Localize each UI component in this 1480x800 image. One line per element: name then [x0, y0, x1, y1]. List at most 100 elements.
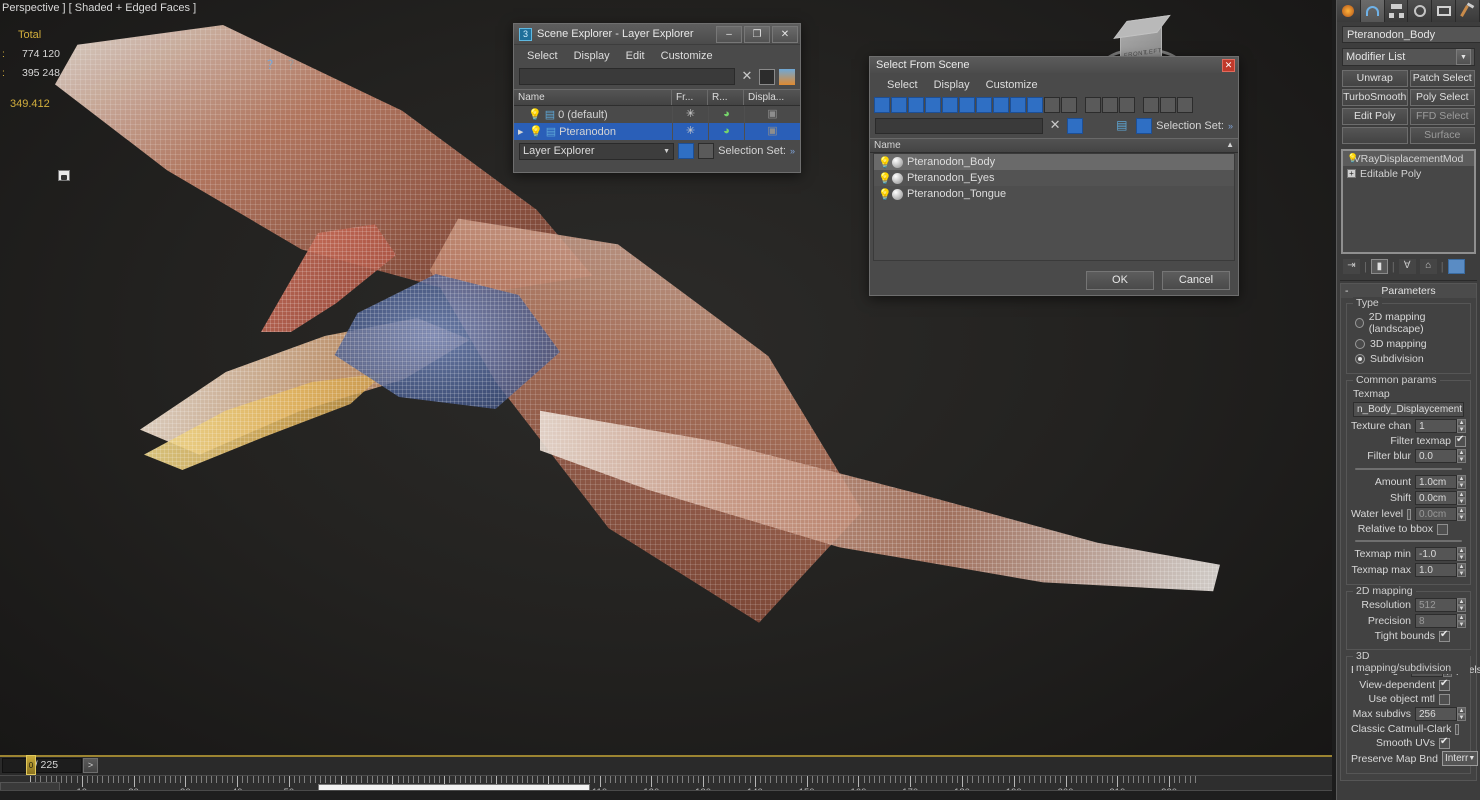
column-frozen[interactable]: Fr... — [672, 90, 708, 105]
menu-select[interactable]: Select — [880, 78, 925, 92]
water-level-checkbox[interactable] — [1407, 509, 1411, 520]
radio-icon[interactable] — [1355, 339, 1365, 349]
select-from-scene-column-header[interactable]: Name ▲ — [870, 138, 1238, 153]
relative-bbox-checkbox[interactable] — [1437, 524, 1448, 535]
water-level-row[interactable]: Water level 0.0cm ▲ ▼ — [1351, 507, 1466, 521]
list-item[interactable]: 💡 Pteranodon_Eyes — [874, 170, 1234, 186]
filter-shapes-icon[interactable] — [891, 97, 907, 113]
spinner-up-icon[interactable]: ▲ — [1457, 507, 1466, 514]
shift-value[interactable]: 0.0cm — [1415, 491, 1457, 505]
resolution-value[interactable]: 512 — [1415, 598, 1457, 612]
column-name[interactable]: Name — [514, 90, 672, 105]
spinner-down-icon[interactable]: ▼ — [1457, 554, 1466, 561]
scene-explorer-window[interactable]: 3 Scene Explorer - Layer Explorer – ❐ ✕ … — [513, 23, 801, 173]
menu-customize[interactable]: Customize — [654, 49, 720, 63]
water-level-value[interactable]: 0.0cm — [1415, 507, 1457, 521]
amount-spinner[interactable]: 1.0cm ▲ ▼ — [1415, 475, 1466, 489]
object-name-input[interactable] — [1342, 26, 1480, 43]
amount-row[interactable]: Amount 1.0cm ▲ ▼ — [1351, 475, 1466, 489]
preserve-map-combo[interactable]: Interr ▼ — [1442, 751, 1478, 766]
spinner-up-icon[interactable]: ▲ — [1457, 547, 1466, 554]
spinner-up-icon[interactable]: ▲ — [1457, 707, 1466, 714]
create-tab[interactable] — [1337, 0, 1361, 22]
advanced-filter-icon[interactable] — [1160, 97, 1176, 113]
filter-containers-icon[interactable] — [1027, 97, 1043, 113]
precision-row[interactable]: Precision 8 ▲ ▼ — [1351, 614, 1466, 628]
display-icon[interactable]: ▣ — [744, 123, 800, 140]
filter-space-warps-icon[interactable] — [959, 97, 975, 113]
menu-edit[interactable]: Edit — [619, 49, 652, 63]
layer-row-default[interactable]: 💡 ▤ 0 (default) ✳ ◕ ▣ — [514, 106, 800, 123]
search-input[interactable] — [519, 68, 735, 85]
clear-search-icon[interactable]: ✕ — [739, 69, 755, 85]
time-slider-thumb[interactable]: 0 — [26, 755, 36, 775]
spinner-down-icon[interactable]: ▼ — [1457, 605, 1466, 612]
select-from-scene-searchbar[interactable]: ✕ ▤ Selection Set: » — [870, 116, 1238, 138]
relative-bbox-row[interactable]: Relative to bbox — [1351, 523, 1466, 535]
texmap-min-row[interactable]: Texmap min -1.0 ▲ ▼ — [1351, 547, 1466, 561]
classic-catmull-checkbox[interactable] — [1455, 724, 1459, 735]
spinner-down-icon[interactable]: ▼ — [1457, 456, 1466, 463]
radio-subdivision[interactable]: Subdivision — [1355, 353, 1466, 365]
menu-select[interactable]: Select — [520, 49, 565, 63]
modifier-button-poly-select[interactable]: Poly Select — [1410, 89, 1476, 106]
modifier-list-dropdown[interactable]: Modifier List ▼ — [1342, 48, 1475, 66]
column-display[interactable]: Displa... — [744, 90, 800, 105]
texture-chan-value[interactable]: 1 — [1415, 419, 1457, 433]
light-bulb-icon[interactable]: 💡 — [528, 108, 542, 121]
filter-bones-icon[interactable] — [1010, 97, 1026, 113]
spinner-down-icon[interactable]: ▼ — [1457, 621, 1466, 628]
filter-lights-icon[interactable] — [908, 97, 924, 113]
filter-helpers-icon[interactable] — [942, 97, 958, 113]
spinner-up-icon[interactable]: ▲ — [1457, 598, 1466, 605]
object-name-row[interactable] — [1337, 22, 1480, 45]
chevron-down-icon[interactable]: ▼ — [1468, 755, 1475, 762]
layer-manager-icon[interactable] — [779, 69, 795, 85]
use-object-mtl-checkbox[interactable] — [1439, 694, 1450, 705]
filter-all-icon[interactable] — [1044, 97, 1060, 113]
light-bulb-icon[interactable]: 💡 — [878, 156, 892, 169]
list-item[interactable]: 💡 Pteranodon_Tongue — [874, 186, 1234, 202]
spinner-up-icon[interactable]: ▲ — [1457, 419, 1466, 426]
expand-chevrons-icon[interactable]: » — [790, 146, 795, 156]
show-end-result-icon[interactable]: ▮ — [1371, 259, 1388, 274]
parameters-rollup[interactable]: - Parameters Type 2D mapping (landscape)… — [1340, 283, 1477, 781]
scene-explorer-footer[interactable]: Layer Explorer ▼ Selection Set: » — [514, 140, 800, 162]
tight-bounds-row[interactable]: Tight bounds — [1351, 630, 1466, 642]
radio-icon[interactable] — [1355, 354, 1365, 364]
display-dependents-icon[interactable] — [1119, 97, 1135, 113]
classic-catmull-row[interactable]: Classic Catmull-Clark — [1351, 723, 1466, 735]
display-children-icon[interactable] — [1085, 97, 1101, 113]
search-input[interactable] — [875, 118, 1043, 134]
filter-toggle-icon[interactable] — [1067, 118, 1083, 134]
filter-texmap-checkbox[interactable] — [1455, 436, 1466, 447]
spinner-down-icon[interactable]: ▼ — [1457, 482, 1466, 489]
command-panel-tabs[interactable] — [1337, 0, 1480, 22]
light-bulb-icon[interactable]: 💡 — [878, 188, 892, 201]
select-none-icon[interactable] — [759, 69, 775, 85]
help-icon[interactable]: ？ — [267, 56, 283, 72]
menu-display[interactable]: Display — [567, 49, 617, 63]
max-subdivs-spinner[interactable]: 256 ▲ ▼ — [1415, 707, 1466, 721]
column-name[interactable]: Name — [874, 140, 901, 151]
light-bulb-icon[interactable]: 💡 — [529, 125, 543, 138]
modifier-button-edit-poly[interactable]: Edit Poly — [1342, 108, 1408, 125]
select-tool-icon[interactable] — [1087, 118, 1103, 134]
columns-icon[interactable] — [1177, 97, 1193, 113]
close-button[interactable]: ✕ — [772, 26, 798, 43]
use-object-mtl-row[interactable]: Use object mtl — [1351, 693, 1466, 705]
scene-explorer-titlebar[interactable]: 3 Scene Explorer - Layer Explorer – ❐ ✕ — [514, 24, 800, 45]
maximize-button[interactable]: ❐ — [744, 26, 770, 43]
expand-arrow-icon[interactable]: ▶ — [518, 128, 526, 136]
filter-toolbar[interactable] — [870, 94, 1238, 116]
chevron-down-icon[interactable]: ▼ — [663, 148, 670, 155]
smooth-uvs-row[interactable]: Smooth UVs — [1351, 737, 1466, 749]
display-icon[interactable]: ▣ — [744, 106, 800, 123]
ok-button[interactable]: OK — [1086, 271, 1154, 290]
object-list[interactable]: 💡 Pteranodon_Body 💡 Pteranodon_Eyes 💡 Pt… — [873, 153, 1235, 261]
minimize-button[interactable]: – — [716, 26, 742, 43]
shift-row[interactable]: Shift 0.0cm ▲ ▼ — [1351, 491, 1466, 505]
scene-explorer-list[interactable]: 💡 ▤ 0 (default) ✳ ◕ ▣ ▶ 💡 ▤ Pteranodon ✳… — [514, 106, 800, 140]
layer-view-icon[interactable]: ▤ — [1116, 118, 1132, 134]
pin-stack-icon[interactable]: ⇥ — [1343, 259, 1360, 274]
